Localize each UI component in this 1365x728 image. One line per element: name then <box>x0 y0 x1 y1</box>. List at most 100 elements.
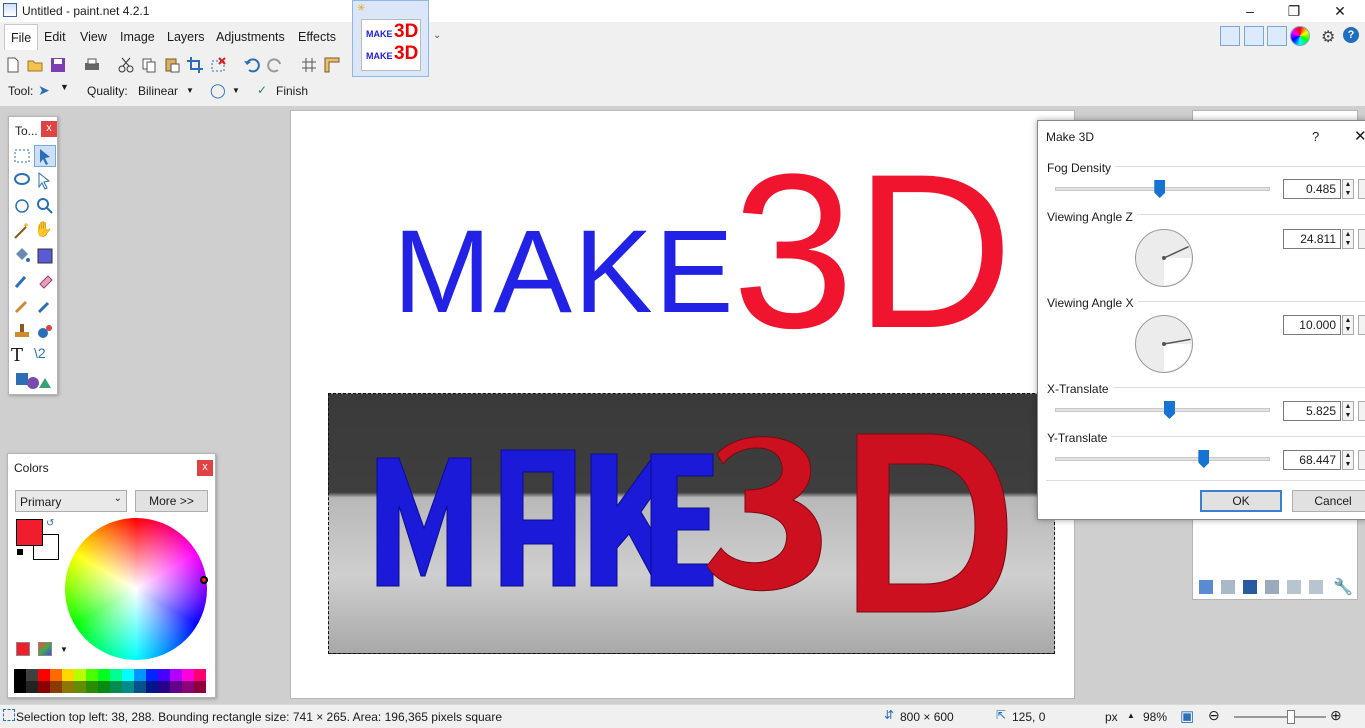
tools-window-toggle-icon[interactable] <box>1220 26 1240 46</box>
x-translate-slider[interactable] <box>1055 408 1270 412</box>
help-icon[interactable]: ? <box>1343 27 1359 43</box>
rulers-icon[interactable] <box>323 56 341 74</box>
zoom-in-icon[interactable]: ⊕ <box>1330 707 1342 724</box>
palette-swatch[interactable] <box>122 669 134 681</box>
zoom-icon[interactable] <box>34 195 56 217</box>
undo-icon[interactable] <box>243 56 261 74</box>
y-translate-spinner[interactable]: ▲ ▼ <box>1342 450 1354 470</box>
checkmark-icon[interactable]: ✓ <box>257 83 267 97</box>
fog-density-slider-thumb[interactable] <box>1154 180 1166 198</box>
lasso-select-icon[interactable] <box>11 170 33 192</box>
palette-swatch[interactable] <box>134 681 146 693</box>
dialog-help-button[interactable]: ? <box>1312 129 1319 144</box>
x-translate-input[interactable]: 5.825 <box>1283 401 1341 421</box>
menu-edit[interactable]: Edit <box>38 24 72 50</box>
color-mode-select[interactable]: Primary ⌄ <box>15 490 127 512</box>
ellipse-select-icon[interactable] <box>11 195 33 217</box>
close-window-button[interactable]: ✕ <box>1317 0 1363 22</box>
palette-swatch[interactable] <box>14 681 26 693</box>
palette-swatch[interactable] <box>74 669 86 681</box>
y-translate-slider-thumb[interactable] <box>1198 450 1210 468</box>
layers-window-toggle-icon[interactable] <box>1267 26 1287 46</box>
paint-bucket-icon[interactable] <box>11 245 33 267</box>
move-selection-tool-icon[interactable]: ➤ <box>38 82 50 99</box>
palette-swatch[interactable] <box>134 669 146 681</box>
selection-mode-dropdown-icon[interactable]: ▼ <box>232 86 240 95</box>
dialog-close-icon[interactable]: ✕ <box>1354 127 1365 145</box>
palette-swatch[interactable] <box>110 681 122 693</box>
save-icon[interactable] <box>49 56 67 74</box>
recolor-icon[interactable] <box>34 320 56 342</box>
redo-icon[interactable] <box>266 56 284 74</box>
palette-swatch[interactable] <box>122 681 134 693</box>
merge-layer-icon[interactable] <box>1265 580 1279 594</box>
palette-swatch[interactable] <box>158 669 170 681</box>
pencil-icon[interactable] <box>11 295 33 317</box>
palette-swatch[interactable] <box>86 669 98 681</box>
cancel-button[interactable]: Cancel <box>1292 490 1365 512</box>
add-to-palette-icon[interactable] <box>16 642 30 656</box>
palette-swatch[interactable] <box>50 681 62 693</box>
paintbrush-icon[interactable] <box>11 270 33 292</box>
viewing-angle-x-input[interactable]: 10.000 <box>1283 315 1341 335</box>
settings-gear-icon[interactable]: ⚙ <box>1321 27 1335 47</box>
move-layer-down-icon[interactable] <box>1309 580 1323 594</box>
crop-to-selection-icon[interactable] <box>186 56 204 74</box>
tools-panel-close-icon[interactable]: x <box>41 121 57 137</box>
palette-dropdown-icon[interactable]: ▼ <box>60 645 68 654</box>
selection-mode-icon[interactable]: ◯ <box>210 82 226 99</box>
primary-color-swatch[interactable] <box>16 519 43 546</box>
fog-density-reset-button[interactable] <box>1358 179 1365 199</box>
palette-swatch[interactable] <box>110 669 122 681</box>
clone-stamp-icon[interactable] <box>11 320 33 342</box>
menu-effects[interactable]: Effects <box>292 24 342 50</box>
layer-properties-wrench-icon[interactable]: 🔧 <box>1333 577 1353 597</box>
palette-swatch[interactable] <box>98 681 110 693</box>
tab-list-chevron-icon[interactable]: ⌄ <box>433 30 441 41</box>
cut-icon[interactable] <box>117 56 135 74</box>
palette-swatch[interactable] <box>26 681 38 693</box>
quality-select[interactable]: Bilinear <box>138 84 178 98</box>
palette-swatch[interactable] <box>170 669 182 681</box>
swap-colors-icon[interactable]: ↺ <box>46 518 54 529</box>
palette-swatch[interactable] <box>74 681 86 693</box>
y-translate-input[interactable]: 68.447 <box>1283 450 1341 470</box>
units-dropdown-icon[interactable]: ▲ <box>1127 711 1135 720</box>
more-colors-button[interactable]: More >> <box>135 490 208 512</box>
palette-swatch[interactable] <box>170 681 182 693</box>
palette-swatch[interactable] <box>62 669 74 681</box>
menu-view[interactable]: View <box>74 24 113 50</box>
palette-swatch[interactable] <box>38 681 50 693</box>
menu-image[interactable]: Image <box>114 24 161 50</box>
palette-swatch[interactable] <box>62 681 74 693</box>
copy-icon[interactable] <box>140 56 158 74</box>
palette-swatch[interactable] <box>194 681 206 693</box>
palette-swatch[interactable] <box>182 681 194 693</box>
color-wheel-handle[interactable] <box>200 576 208 584</box>
zoom-level[interactable]: 98% <box>1143 710 1167 724</box>
viewing-angle-z-input[interactable]: 24.811 <box>1283 229 1341 249</box>
menu-adjustments[interactable]: Adjustments <box>210 24 291 50</box>
line-curve-icon[interactable]: \2 <box>34 345 56 367</box>
palette-swatch[interactable] <box>158 681 170 693</box>
quality-dropdown-icon[interactable]: ▼ <box>186 86 194 95</box>
palette-swatch[interactable] <box>14 669 26 681</box>
rectangle-select-icon[interactable] <box>11 145 33 167</box>
shapes-icon[interactable] <box>13 370 53 392</box>
ok-button[interactable]: OK <box>1200 490 1282 512</box>
delete-layer-icon[interactable] <box>1221 580 1235 594</box>
maximize-button[interactable]: ❐ <box>1271 0 1317 22</box>
x-translate-spinner[interactable]: ▲ ▼ <box>1342 401 1354 421</box>
minimize-button[interactable]: – <box>1227 0 1273 22</box>
palette-swatch[interactable] <box>86 681 98 693</box>
viewing-angle-x-dial[interactable] <box>1135 315 1193 373</box>
add-layer-icon[interactable] <box>1199 580 1213 594</box>
text-tool-icon[interactable]: T <box>11 345 33 367</box>
viewing-angle-x-spinner[interactable]: ▲ ▼ <box>1342 315 1354 335</box>
zoom-out-icon[interactable]: ⊖ <box>1208 707 1220 724</box>
palette-swatch[interactable] <box>146 681 158 693</box>
deselect-icon[interactable] <box>209 56 227 74</box>
palette-swatch[interactable] <box>194 669 206 681</box>
menu-layers[interactable]: Layers <box>161 24 211 50</box>
y-translate-slider[interactable] <box>1055 457 1270 461</box>
